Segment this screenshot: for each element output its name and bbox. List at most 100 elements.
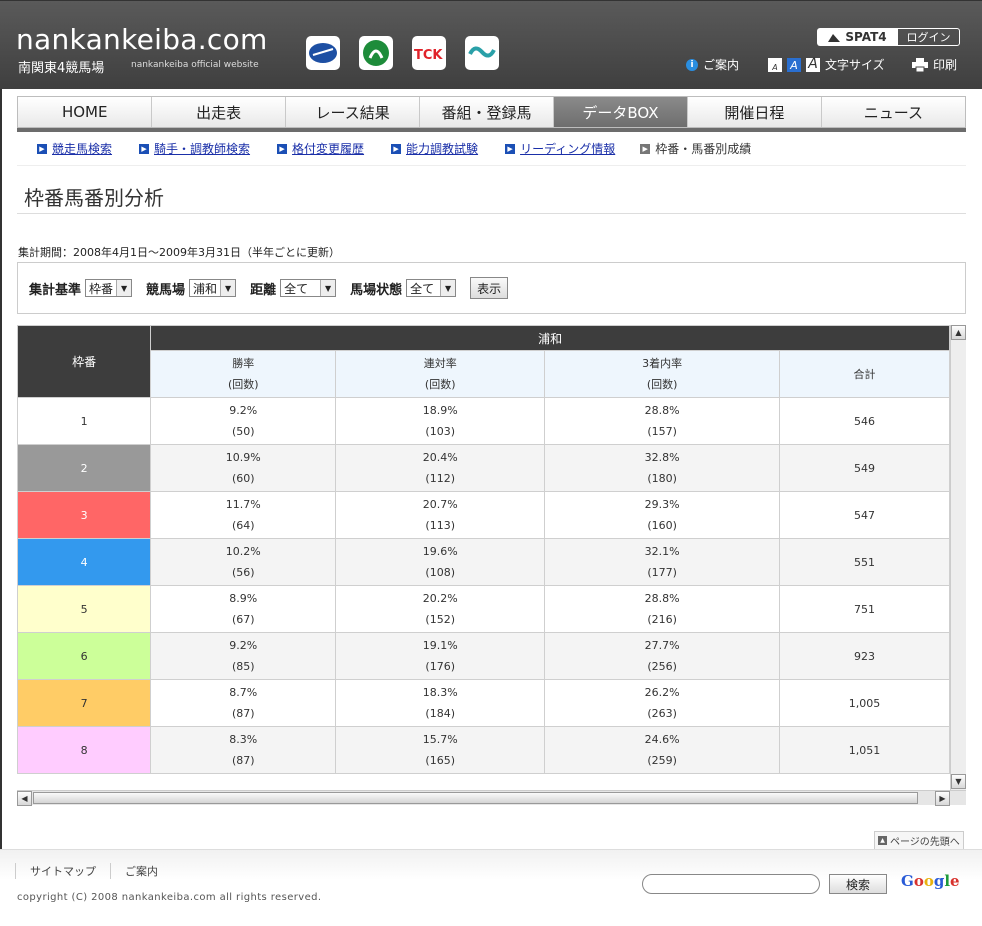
cell-value: 6 (80, 649, 88, 663)
site-logo[interactable]: nankankeiba.com (16, 23, 268, 56)
font-small-icon[interactable]: A (768, 57, 782, 72)
waku-cell: 5 (17, 585, 152, 633)
scroll-up-button[interactable]: ▲ (951, 325, 966, 340)
urawa-track-icon[interactable] (465, 36, 499, 70)
cell-value: 8.7% (229, 686, 258, 699)
cell-count: (165) (425, 754, 455, 767)
subnav-leading-info[interactable]: ▶ リーディング情報 (505, 140, 615, 157)
subnav-class-history[interactable]: ▶ 格付変更履歴 (277, 140, 364, 157)
subnav-qualifying-test[interactable]: ▶ 能力調教試験 (391, 140, 478, 157)
col-show-label: 3着内率 (642, 357, 683, 370)
cell-count: (87) (231, 707, 255, 720)
subnav-label: 能力調教試験 (406, 142, 479, 156)
cell-value: 29.3% (644, 498, 680, 511)
font-medium-icon[interactable]: A (787, 57, 801, 72)
page-title: 枠番馬番別分析 (24, 186, 164, 210)
site-header: nankankeiba.com 南関東4競馬場 nankankeiba offi… (0, 0, 982, 89)
cell-value: 20.2% (422, 592, 458, 605)
cell-value: 5 (80, 602, 88, 616)
nav-program[interactable]: 番組・登録馬 (420, 97, 554, 127)
distance-value: 全て (284, 281, 309, 296)
cell-count: (50) (231, 425, 255, 438)
condition-select[interactable]: 全て ▼ (406, 279, 457, 297)
cell-value: 7 (80, 696, 88, 710)
arrow-right-icon: ▶ (640, 143, 651, 154)
nav-data-box[interactable]: データBOX (553, 97, 689, 127)
search-input[interactable] (642, 874, 820, 894)
table-row: 4 10.2% (56) 19.6% (108) 32.1% (177) 551 (17, 538, 950, 586)
waku-cell: 4 (17, 538, 152, 586)
cell-count: (103) (425, 425, 455, 438)
nav-news[interactable]: ニュース (822, 97, 965, 127)
chevron-down-icon: ▼ (320, 280, 336, 296)
show-cell: 32.8% (180) (544, 444, 780, 492)
site-tagline: nankankeiba official website (131, 60, 259, 70)
cell-count: (259) (647, 754, 677, 767)
place-cell: 20.7% (113) (335, 491, 546, 539)
print-link[interactable]: 印刷 (912, 56, 957, 73)
kawasaki-track-icon[interactable] (359, 36, 393, 70)
nav-schedule[interactable]: 開催日程 (688, 97, 822, 127)
guide-link[interactable]: i ご案内 (686, 56, 739, 73)
search-button[interactable]: 検索 (829, 874, 887, 894)
cell-value: 19.6% (422, 545, 458, 558)
win-cell: 8.7% (87) (150, 679, 337, 727)
filter-panel: 集計基準 枠番 ▼ 競馬場 浦和 ▼ 距離 全て ▼ 馬場状態 全て ▼ 表示 (17, 262, 966, 314)
table-row: 7 8.7% (87) 18.3% (184) 26.2% (263) 1,005 (17, 679, 950, 727)
spat4-label: SPAT4 (845, 30, 887, 44)
distance-label: 距離 (250, 282, 277, 298)
cell-count: (157) (647, 425, 677, 438)
waku-cell: 1 (17, 397, 152, 445)
total-cell: 1,051 (778, 726, 950, 774)
scroll-right-button[interactable]: ▶ (935, 791, 950, 806)
funabashi-track-icon[interactable]: TCK (412, 36, 446, 70)
cell-value: 19.1% (422, 639, 458, 652)
win-cell: 9.2% (85) (150, 632, 337, 680)
cell-count: (85) (231, 660, 255, 673)
scroll-left-button[interactable]: ◀ (17, 791, 32, 806)
cell-value: 15.7% (422, 733, 458, 746)
horizontal-scroll-thumb[interactable] (33, 792, 918, 804)
font-large-icon[interactable]: A (806, 56, 820, 72)
col-win-label: 勝率 (232, 357, 255, 370)
footer-guide-link[interactable]: ご案内 (110, 863, 172, 879)
spat4-badge[interactable]: SPAT4 (817, 28, 897, 46)
page-top-link[interactable]: ▲ ページの先頭へ (874, 831, 964, 850)
cell-value: 20.7% (422, 498, 458, 511)
subnav-jockey-search[interactable]: ▶ 騎手・調教師検索 (139, 140, 250, 157)
login-button[interactable]: ログイン (897, 28, 960, 46)
nav-race-results[interactable]: レース結果 (286, 97, 421, 127)
distance-select[interactable]: 全て ▼ (280, 279, 337, 297)
place-cell: 20.2% (152) (335, 585, 546, 633)
subnav-label: 格付変更履歴 (292, 142, 365, 156)
course-select[interactable]: 浦和 ▼ (189, 279, 237, 297)
win-cell: 10.2% (56) (150, 538, 337, 586)
cell-count: (60) (231, 472, 255, 485)
total-cell: 923 (778, 632, 950, 680)
info-icon: i (686, 58, 698, 71)
oi-track-icon[interactable] (306, 36, 340, 70)
copyright: copyright (C) 2008 nankankeiba.com all r… (17, 892, 322, 903)
font-size-label: 文字サイズ (825, 58, 885, 72)
waku-cell: 8 (17, 726, 152, 774)
nav-home[interactable]: HOME (18, 97, 153, 127)
table-row: 6 9.2% (85) 19.1% (176) 27.7% (256) 923 (17, 632, 950, 680)
cell-count: (108) (425, 566, 455, 579)
nav-race-card[interactable]: 出走表 (152, 97, 286, 127)
cell-count: (216) (647, 613, 677, 626)
basis-select[interactable]: 枠番 ▼ (85, 279, 133, 297)
horizontal-scrollbar[interactable]: ◀ ▶ (17, 790, 966, 806)
cell-value: 9.2% (229, 404, 258, 417)
show-button[interactable]: 表示 (470, 277, 509, 299)
vertical-scrollbar[interactable]: ▲ ▼ (950, 325, 966, 790)
cell-count: (263) (647, 707, 677, 720)
condition-value: 全て (410, 281, 435, 296)
subnav-horse-search[interactable]: ▶ 競走馬検索 (37, 140, 112, 157)
cell-value: 28.8% (644, 592, 680, 605)
col-win-header: 勝率 (回数) (150, 350, 337, 398)
cell-value: 8.3% (229, 733, 258, 746)
stats-table-container: 枠番 浦和 勝率 (回数) 連対率 (回数) 3着内率 (回数) 合計 1 9.2% (5… (17, 325, 966, 806)
footer-sitemap-link[interactable]: サイトマップ (15, 863, 110, 879)
scroll-down-button[interactable]: ▼ (951, 774, 966, 789)
cell-value: 28.8% (644, 404, 680, 417)
